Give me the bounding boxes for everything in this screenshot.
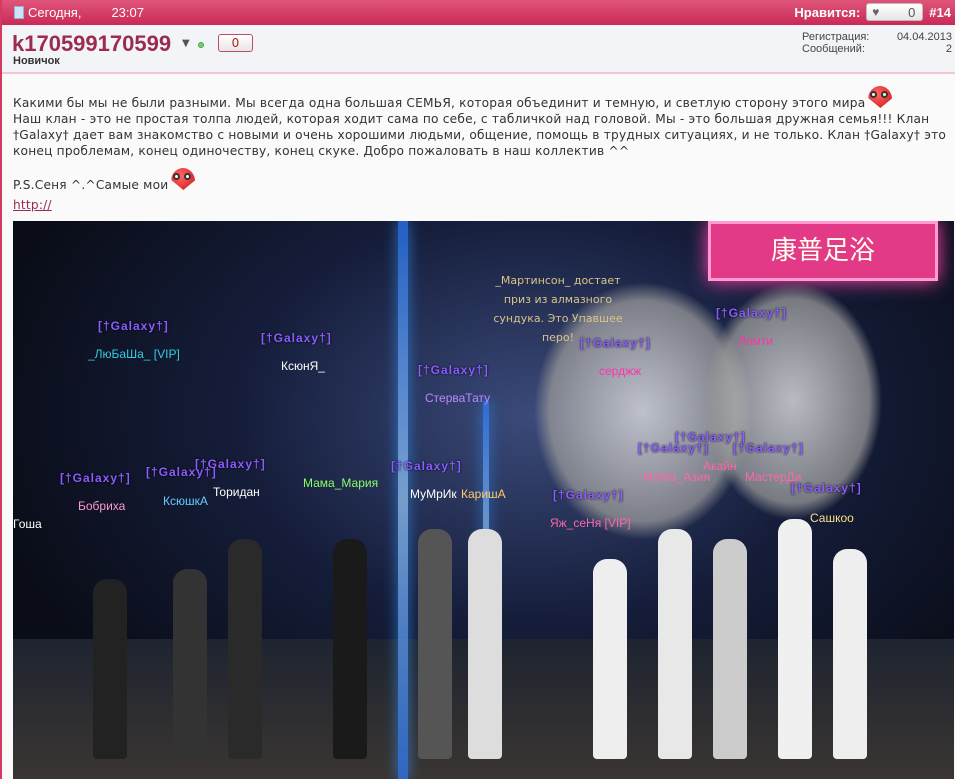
reputation-badge[interactable]: 0 <box>218 34 253 52</box>
username-link[interactable]: k170599170599 <box>12 31 171 57</box>
reg-label: Регистрация: <box>802 31 870 43</box>
clan-tag: [†Galaxy†] <box>580 336 651 350</box>
post-paragraph: Наш клан - это не простая толпа людей, к… <box>13 112 947 158</box>
player-name: Ломти <box>738 334 773 348</box>
clan-tag: [†Galaxy†] <box>391 459 462 473</box>
chevron-down-icon[interactable]: ▼ <box>182 38 190 49</box>
character <box>228 539 262 759</box>
character <box>333 539 367 759</box>
player-name: Торидан <box>213 485 260 499</box>
character <box>173 569 207 759</box>
player-name: Яж_сеНя [VIP] <box>550 516 631 530</box>
player-name: серджж <box>599 364 642 378</box>
clan-tag: [†Galaxy†] <box>791 481 862 495</box>
posts-count: 2 <box>945 43 952 55</box>
post-header-bar: Сегодня, 23:07 Нравится: ♥ 0 #14 <box>2 0 955 25</box>
game-screenshot: 康普足浴 _Мартинсон_ достает приз из алмазно… <box>13 221 954 779</box>
player-name: СтерваТату <box>425 391 491 405</box>
heart-icon: ♥ <box>872 5 880 19</box>
time-label: 23:07 <box>111 5 144 20</box>
clan-tag: [†Galaxy†] <box>98 319 169 333</box>
heart-smiley-icon <box>865 83 895 109</box>
clan-tag: [†Galaxy†] <box>146 465 217 479</box>
character <box>778 519 812 759</box>
heart-smiley-icon <box>168 165 198 191</box>
clan-tag: [†Galaxy†] <box>553 488 624 502</box>
date-label: Сегодня, <box>28 5 82 20</box>
player-name: КсюшкА <box>163 494 208 508</box>
neon-sign: 康普足浴 <box>708 221 938 281</box>
character <box>593 559 627 759</box>
player-name: МаМа_Азия <box>643 470 710 484</box>
character <box>93 579 127 759</box>
user-rank: Новичок <box>13 55 60 67</box>
player-name: Сашкоо <box>810 511 854 525</box>
light-beam <box>398 221 408 779</box>
clan-tag: [†Galaxy†] <box>418 363 489 377</box>
like-label: Нравится: <box>794 4 861 20</box>
player-name: Акайн <box>703 459 737 473</box>
character <box>418 529 452 759</box>
posts-label: Сообщений: <box>802 43 865 55</box>
player-name: Мама_Мария <box>303 476 379 490</box>
clan-tag: [†Galaxy†] <box>733 441 804 455</box>
like-button[interactable]: ♥ 0 <box>866 3 924 21</box>
post-body: Какими бы мы не были разными. Мы всегда … <box>13 91 953 213</box>
character <box>468 529 502 759</box>
player-name: КсюнЯ_ <box>281 359 325 373</box>
clan-tag: [†Galaxy†] <box>60 471 131 485</box>
player-name: МуМрИк <box>410 487 457 501</box>
post-number-link[interactable]: #14 <box>929 5 951 20</box>
character <box>833 549 867 759</box>
like-count: 0 <box>908 4 916 20</box>
post-link[interactable]: http:// <box>13 198 52 212</box>
post-ps: P.S.Сеня ^.^Самые мои <box>13 178 169 192</box>
player-name: _ЛюБаШа_ [VIP] <box>88 347 180 361</box>
clan-tag: [†Galaxy†] <box>716 306 787 320</box>
user-info: k170599170599 ▼ 0 Новичок Регистрация: 04… <box>2 25 955 74</box>
user-stats: Регистрация: 04.04.2013 Сообщений: 2 <box>802 31 952 55</box>
post-date: Сегодня, 23:07 <box>14 5 144 20</box>
player-name: Бобриха <box>78 499 126 513</box>
clan-tag: [†Galaxy†] <box>261 331 332 345</box>
post-line-1: Какими бы мы не были разными. Мы всегда … <box>13 96 866 110</box>
character <box>713 539 747 759</box>
character <box>658 529 692 759</box>
reg-date: 04.04.2013 <box>896 31 952 43</box>
online-status-icon <box>198 42 204 48</box>
document-icon <box>14 6 24 19</box>
player-name: Гоша <box>13 517 42 531</box>
player-name: КаришА <box>461 487 506 501</box>
